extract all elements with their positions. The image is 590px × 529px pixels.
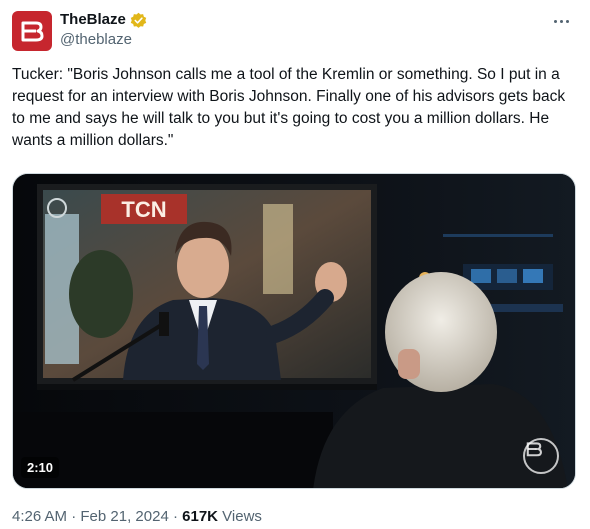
tweet-timestamp[interactable]: 4:26 AM · Feb 21, 2024 [12, 508, 169, 525]
tweet-meta: 4:26 AM · Feb 21, 2024 · 617K Views [12, 508, 262, 525]
name-row: TheBlaze [60, 11, 147, 29]
views-count: 617K [182, 508, 218, 525]
video-player[interactable]: TCN 2:10 [12, 173, 576, 489]
video-duration: 2:10 [21, 457, 60, 478]
more-options-button[interactable] [544, 8, 578, 34]
blaze-logo-icon [523, 438, 559, 474]
video-thumbnail: TCN [13, 174, 575, 488]
blaze-logo-icon [21, 21, 44, 42]
tcn-logo: TCN [121, 197, 166, 222]
avatar[interactable] [12, 11, 52, 51]
more-horizontal-icon [553, 19, 557, 23]
display-name[interactable]: TheBlaze [60, 11, 126, 29]
author-handle[interactable]: @theblaze [60, 31, 132, 49]
tweet-card: TheBlaze @theblaze Tucker: "Boris Johnso… [0, 0, 590, 529]
tweet-text: Tucker: "Boris Johnson calls me a tool o… [12, 66, 570, 149]
verified-badge-icon [130, 12, 147, 29]
views-label: Views [222, 508, 262, 525]
